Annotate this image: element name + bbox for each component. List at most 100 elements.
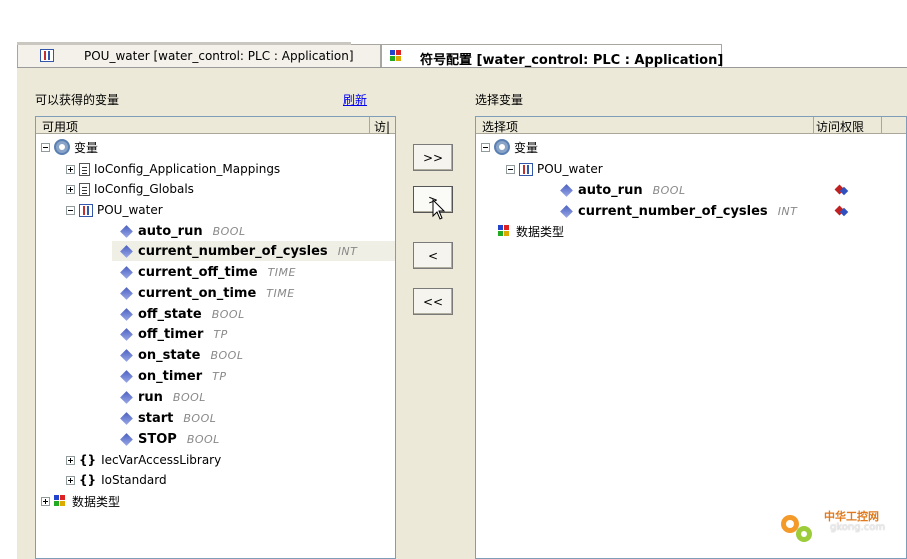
- tree-node-label: 变量: [74, 140, 99, 155]
- variable-type: BOOL: [172, 390, 206, 404]
- access-rights-icon[interactable]: [836, 205, 848, 217]
- tree-node-variables[interactable]: 变量: [41, 137, 98, 157]
- tree-node-pou-water[interactable]: POU_water: [66, 200, 163, 220]
- variable-type: BOOL: [210, 348, 244, 362]
- variable-icon: [120, 327, 133, 341]
- variable-name: on_timer: [138, 368, 203, 384]
- variable-type: BOOL: [212, 224, 246, 238]
- variable-icon: [560, 183, 573, 197]
- variable-row[interactable]: on_state BOOL: [120, 345, 243, 365]
- variable-type: TIME: [266, 286, 295, 300]
- variable-icon: [120, 432, 133, 446]
- library-icon: {}: [79, 473, 97, 487]
- collapse-icon[interactable]: [481, 142, 490, 152]
- pou-icon: [40, 49, 54, 62]
- tab-symbol-configuration[interactable]: 符号配置 [water_control: PLC : Application]: [381, 44, 724, 68]
- tab-symbol-configuration-label: 符号配置 [water_control: PLC : Application]: [420, 53, 724, 68]
- selected-variable-row[interactable]: auto_run BOOL: [560, 180, 686, 200]
- variable-icon: [120, 244, 133, 258]
- variable-name: STOP: [138, 431, 177, 447]
- datatypes-icon: [54, 495, 68, 507]
- collapse-icon[interactable]: [506, 164, 515, 174]
- tree-node-label: POU_water: [97, 203, 163, 217]
- variable-row[interactable]: off_timer TP: [120, 324, 228, 344]
- pou-icon: [519, 162, 533, 176]
- variable-name: on_state: [138, 347, 201, 363]
- available-items-list[interactable]: 可用项 访| 变量 IoConfig_Application_Mappings …: [35, 116, 396, 559]
- tree-node-iecvaraccesslibrary[interactable]: {} IecVarAccessLibrary: [66, 450, 221, 470]
- variable-icon: [120, 348, 133, 362]
- variable-name: current_number_of_cysles: [138, 243, 328, 259]
- variable-icon: [120, 369, 133, 383]
- pou-icon: [79, 203, 93, 217]
- variable-row[interactable]: auto_run BOOL: [120, 221, 246, 241]
- tree-node-label: 数据类型: [516, 224, 565, 239]
- selected-items-list[interactable]: 选择项 访问权限 变量 POU_water auto_run BOOL curr…: [475, 116, 907, 559]
- variable-row-selected[interactable]: current_number_of_cysles INT: [112, 241, 395, 261]
- variable-row[interactable]: STOP BOOL: [120, 429, 220, 449]
- tree-node-variables[interactable]: 变量: [481, 137, 538, 157]
- remove-button[interactable]: <: [413, 242, 453, 269]
- variable-row[interactable]: off_state BOOL: [120, 304, 245, 324]
- watermark-line2: gkong.com: [830, 522, 886, 533]
- variables-icon: [54, 139, 70, 155]
- expand-icon[interactable]: [66, 164, 75, 174]
- document-icon: [79, 182, 90, 196]
- variable-row[interactable]: on_timer TP: [120, 366, 227, 386]
- variable-name: run: [138, 389, 163, 405]
- tree-node-label: 数据类型: [72, 494, 121, 509]
- expand-icon[interactable]: [66, 184, 75, 194]
- variable-row[interactable]: run BOOL: [120, 387, 206, 407]
- tree-node-label: IecVarAccessLibrary: [101, 453, 222, 467]
- selected-items-header: 选择项 访问权限: [476, 117, 906, 135]
- column-access[interactable]: 访|: [374, 118, 390, 135]
- expand-icon[interactable]: [66, 455, 75, 465]
- variable-row[interactable]: current_off_time TIME: [120, 262, 296, 282]
- symbol-config-icon: [390, 50, 404, 62]
- tree-node-iostandard[interactable]: {} IoStandard: [66, 470, 167, 490]
- tree-node-pou-water[interactable]: POU_water: [506, 159, 603, 179]
- tree-node-datatypes[interactable]: 数据类型: [41, 491, 120, 511]
- variable-name: auto_run: [138, 223, 203, 239]
- selected-variables-title: 选择变量: [475, 93, 524, 107]
- collapse-icon[interactable]: [41, 142, 50, 152]
- available-variables-title: 可以获得的变量: [35, 93, 120, 107]
- tree-node-label: IoConfig_Application_Mappings: [94, 162, 281, 176]
- tree-node-ioconfig-globals[interactable]: IoConfig_Globals: [66, 179, 194, 199]
- variable-name: current_off_time: [138, 264, 258, 280]
- expand-icon[interactable]: [41, 496, 50, 506]
- column-selected-items[interactable]: 选择项: [482, 118, 518, 135]
- variable-type: TP: [212, 369, 227, 383]
- column-available-items[interactable]: 可用项: [42, 118, 78, 135]
- variable-name: auto_run: [578, 182, 643, 198]
- variable-name: current_on_time: [138, 285, 257, 301]
- tree-node-label: POU_water: [537, 162, 603, 176]
- variable-row[interactable]: start BOOL: [120, 408, 216, 428]
- variable-name: off_timer: [138, 326, 204, 342]
- variable-type: BOOL: [211, 307, 245, 321]
- variable-name: start: [138, 410, 174, 426]
- variable-row[interactable]: current_on_time TIME: [120, 283, 295, 303]
- variable-type: BOOL: [186, 432, 220, 446]
- variable-icon: [120, 390, 133, 404]
- variable-icon: [120, 265, 133, 279]
- tree-node-ioconfig-mappings[interactable]: IoConfig_Application_Mappings: [66, 159, 280, 179]
- mouse-pointer-icon: [432, 199, 446, 220]
- tab-pou-water[interactable]: POU_water [water_control: PLC : Applicat…: [17, 42, 381, 67]
- add-all-button[interactable]: >>: [413, 144, 453, 171]
- available-items-header: 可用项 访|: [36, 117, 395, 135]
- tree-node-label: 变量: [514, 140, 539, 155]
- column-access-rights[interactable]: 访问权限: [816, 118, 864, 135]
- refresh-link[interactable]: 刷新: [343, 91, 367, 108]
- variable-icon: [120, 286, 133, 300]
- tree-node-datatypes[interactable]: 数据类型: [498, 221, 564, 241]
- variable-type: INT: [777, 204, 798, 218]
- expand-icon[interactable]: [66, 475, 75, 485]
- selected-variable-row[interactable]: current_number_of_cysles INT: [560, 201, 797, 221]
- access-rights-icon[interactable]: [836, 184, 848, 196]
- document-icon: [79, 162, 90, 176]
- collapse-icon[interactable]: [66, 205, 75, 215]
- variable-icon: [120, 411, 133, 425]
- variable-icon: [120, 307, 133, 321]
- remove-all-button[interactable]: <<: [413, 288, 453, 315]
